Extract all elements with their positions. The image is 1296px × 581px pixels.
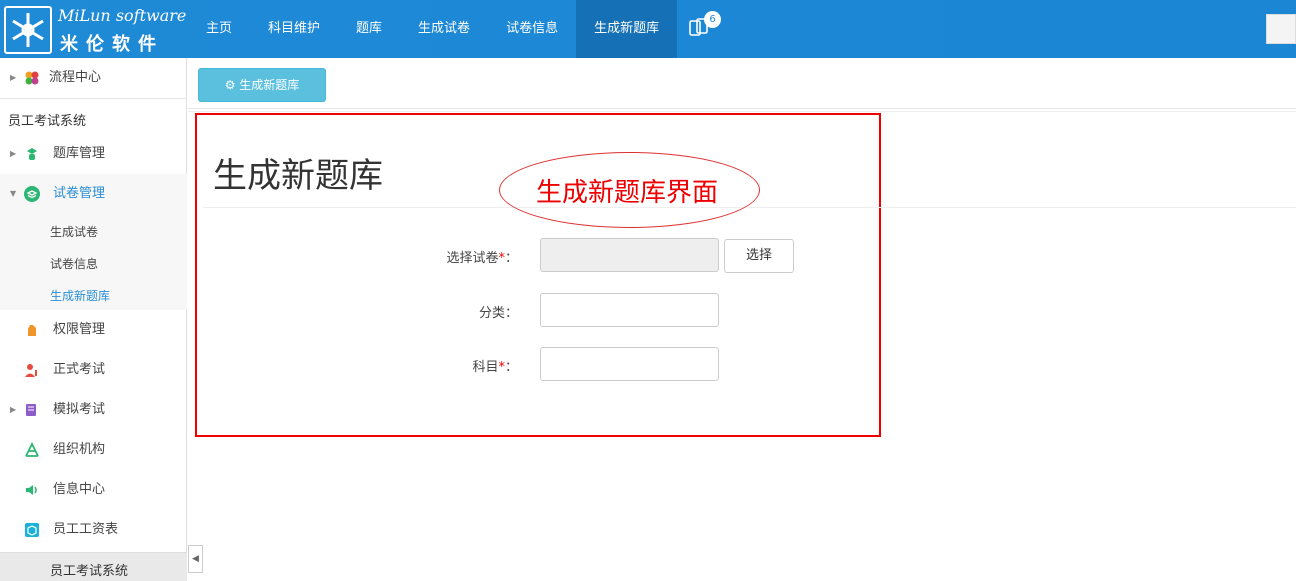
- sidebar-section-title: 员工考试系统: [8, 114, 87, 129]
- sidebar-item-label: 试卷管理: [53, 186, 106, 201]
- category-field-label: 分类：: [478, 306, 518, 321]
- submenu-paper-info[interactable]: 试卷信息: [50, 255, 98, 272]
- speaker-icon: [26, 485, 37, 495]
- layers-icon: [24, 186, 40, 202]
- paper-field-label: 选择试卷*：: [446, 251, 518, 266]
- toolbar-divider: [188, 111, 1296, 112]
- sidebar-item-label: 题库管理: [53, 146, 106, 161]
- sidebar-item-question-bank[interactable]: ▶ 题库管理: [0, 134, 187, 174]
- sidebar-item-label: 组织机构: [53, 442, 106, 457]
- sidebar-item-label: 信息中心: [53, 482, 106, 497]
- sidebar-item-label: 流程中心: [49, 70, 102, 85]
- cube-icon: [25, 523, 39, 537]
- flower-icon: [25, 71, 39, 85]
- graduate-icon: [27, 148, 37, 160]
- nav-subject-maintenance[interactable]: 科目维护: [250, 0, 338, 58]
- avatar[interactable]: [1266, 14, 1296, 44]
- paper-input[interactable]: [540, 238, 719, 272]
- select-paper-button[interactable]: 选择: [724, 239, 794, 273]
- sidebar-item-organization[interactable]: 组织机构: [0, 430, 187, 470]
- sidebar-item-salary[interactable]: 员工工资表: [0, 510, 187, 550]
- sidebar-footer-label: 员工考试系统: [50, 564, 129, 579]
- sidebar-item-label: 模拟考试: [53, 402, 106, 417]
- annotation-text: 生成新题库界面: [536, 178, 719, 208]
- top-navbar: MiLun software 米伦软件 主页 科目维护 题库 生成试卷 试卷信息…: [0, 0, 1296, 58]
- logo[interactable]: MiLun software 米伦软件: [0, 0, 188, 58]
- main-nav: 主页 科目维护 题库 生成试卷 试卷信息 生成新题库 6: [188, 0, 727, 58]
- button-label: 生成新题库: [239, 78, 300, 92]
- subject-field-label: 科目*：: [472, 360, 518, 375]
- logo-snowflake-icon: [4, 6, 52, 54]
- toolbar-divider: [188, 108, 1296, 109]
- document-edit-icon: [26, 404, 36, 416]
- caret-right-icon: ▶: [10, 149, 17, 158]
- submenu: 生成试卷 试卷信息 生成新题库: [0, 214, 187, 310]
- logo-text-cn: 米伦软件: [60, 34, 164, 55]
- sidebar: ▶ 流程中心 员工考试系统 ▶ 题库管理 ▼ 试卷管理 生成试卷 试卷信息 生成…: [0, 58, 187, 581]
- nav-question-bank[interactable]: 题库: [338, 0, 400, 58]
- nav-home[interactable]: 主页: [188, 0, 250, 58]
- title-divider: [203, 207, 1296, 208]
- sidebar-item-label: 员工工资表: [53, 522, 119, 537]
- sidebar-item-formal-exam[interactable]: 正式考试: [0, 350, 187, 390]
- sidebar-divider: [0, 98, 187, 99]
- org-tree-icon: [25, 442, 39, 457]
- caret-down-icon: ▼: [10, 189, 17, 198]
- sidebar-item-label: 权限管理: [53, 322, 106, 337]
- nav-paper-info[interactable]: 试卷信息: [488, 0, 576, 58]
- notifications-button[interactable]: 6: [677, 0, 727, 58]
- nav-generate-paper[interactable]: 生成试卷: [400, 0, 488, 58]
- subject-input[interactable]: [540, 347, 719, 381]
- sidebar-footer[interactable]: 员工考试系统: [0, 552, 187, 581]
- sidebar-item-process-center[interactable]: ▶ 流程中心: [0, 58, 187, 98]
- caret-right-icon: ▶: [10, 73, 17, 82]
- category-input[interactable]: [540, 293, 719, 327]
- nav-new-question-bank[interactable]: 生成新题库: [576, 0, 678, 58]
- generate-new-bank-button[interactable]: ⚙ 生成新题库: [198, 68, 326, 102]
- gear-icon: ⚙: [224, 78, 236, 92]
- sidebar-item-paper-management[interactable]: ▼ 试卷管理: [0, 174, 187, 214]
- submenu-new-question-bank[interactable]: 生成新题库: [50, 287, 110, 304]
- sidebar-item-mock-exam[interactable]: ▶ 模拟考试: [0, 390, 187, 430]
- submenu-generate-paper[interactable]: 生成试卷: [50, 223, 98, 240]
- sidebar-item-label: 正式考试: [53, 362, 106, 377]
- sidebar-collapse-button[interactable]: ◀: [188, 545, 203, 573]
- sidebar-item-permissions[interactable]: 权限管理: [0, 310, 187, 350]
- caret-right-icon: ▶: [10, 405, 17, 414]
- logo-text-en: MiLun software: [58, 6, 187, 25]
- notification-badge: 6: [704, 11, 722, 28]
- sidebar-item-message-center[interactable]: 信息中心: [0, 470, 187, 510]
- hand-icon: [28, 325, 36, 336]
- user-edit-icon: [25, 364, 37, 377]
- page-title: 生成新题库: [213, 156, 383, 196]
